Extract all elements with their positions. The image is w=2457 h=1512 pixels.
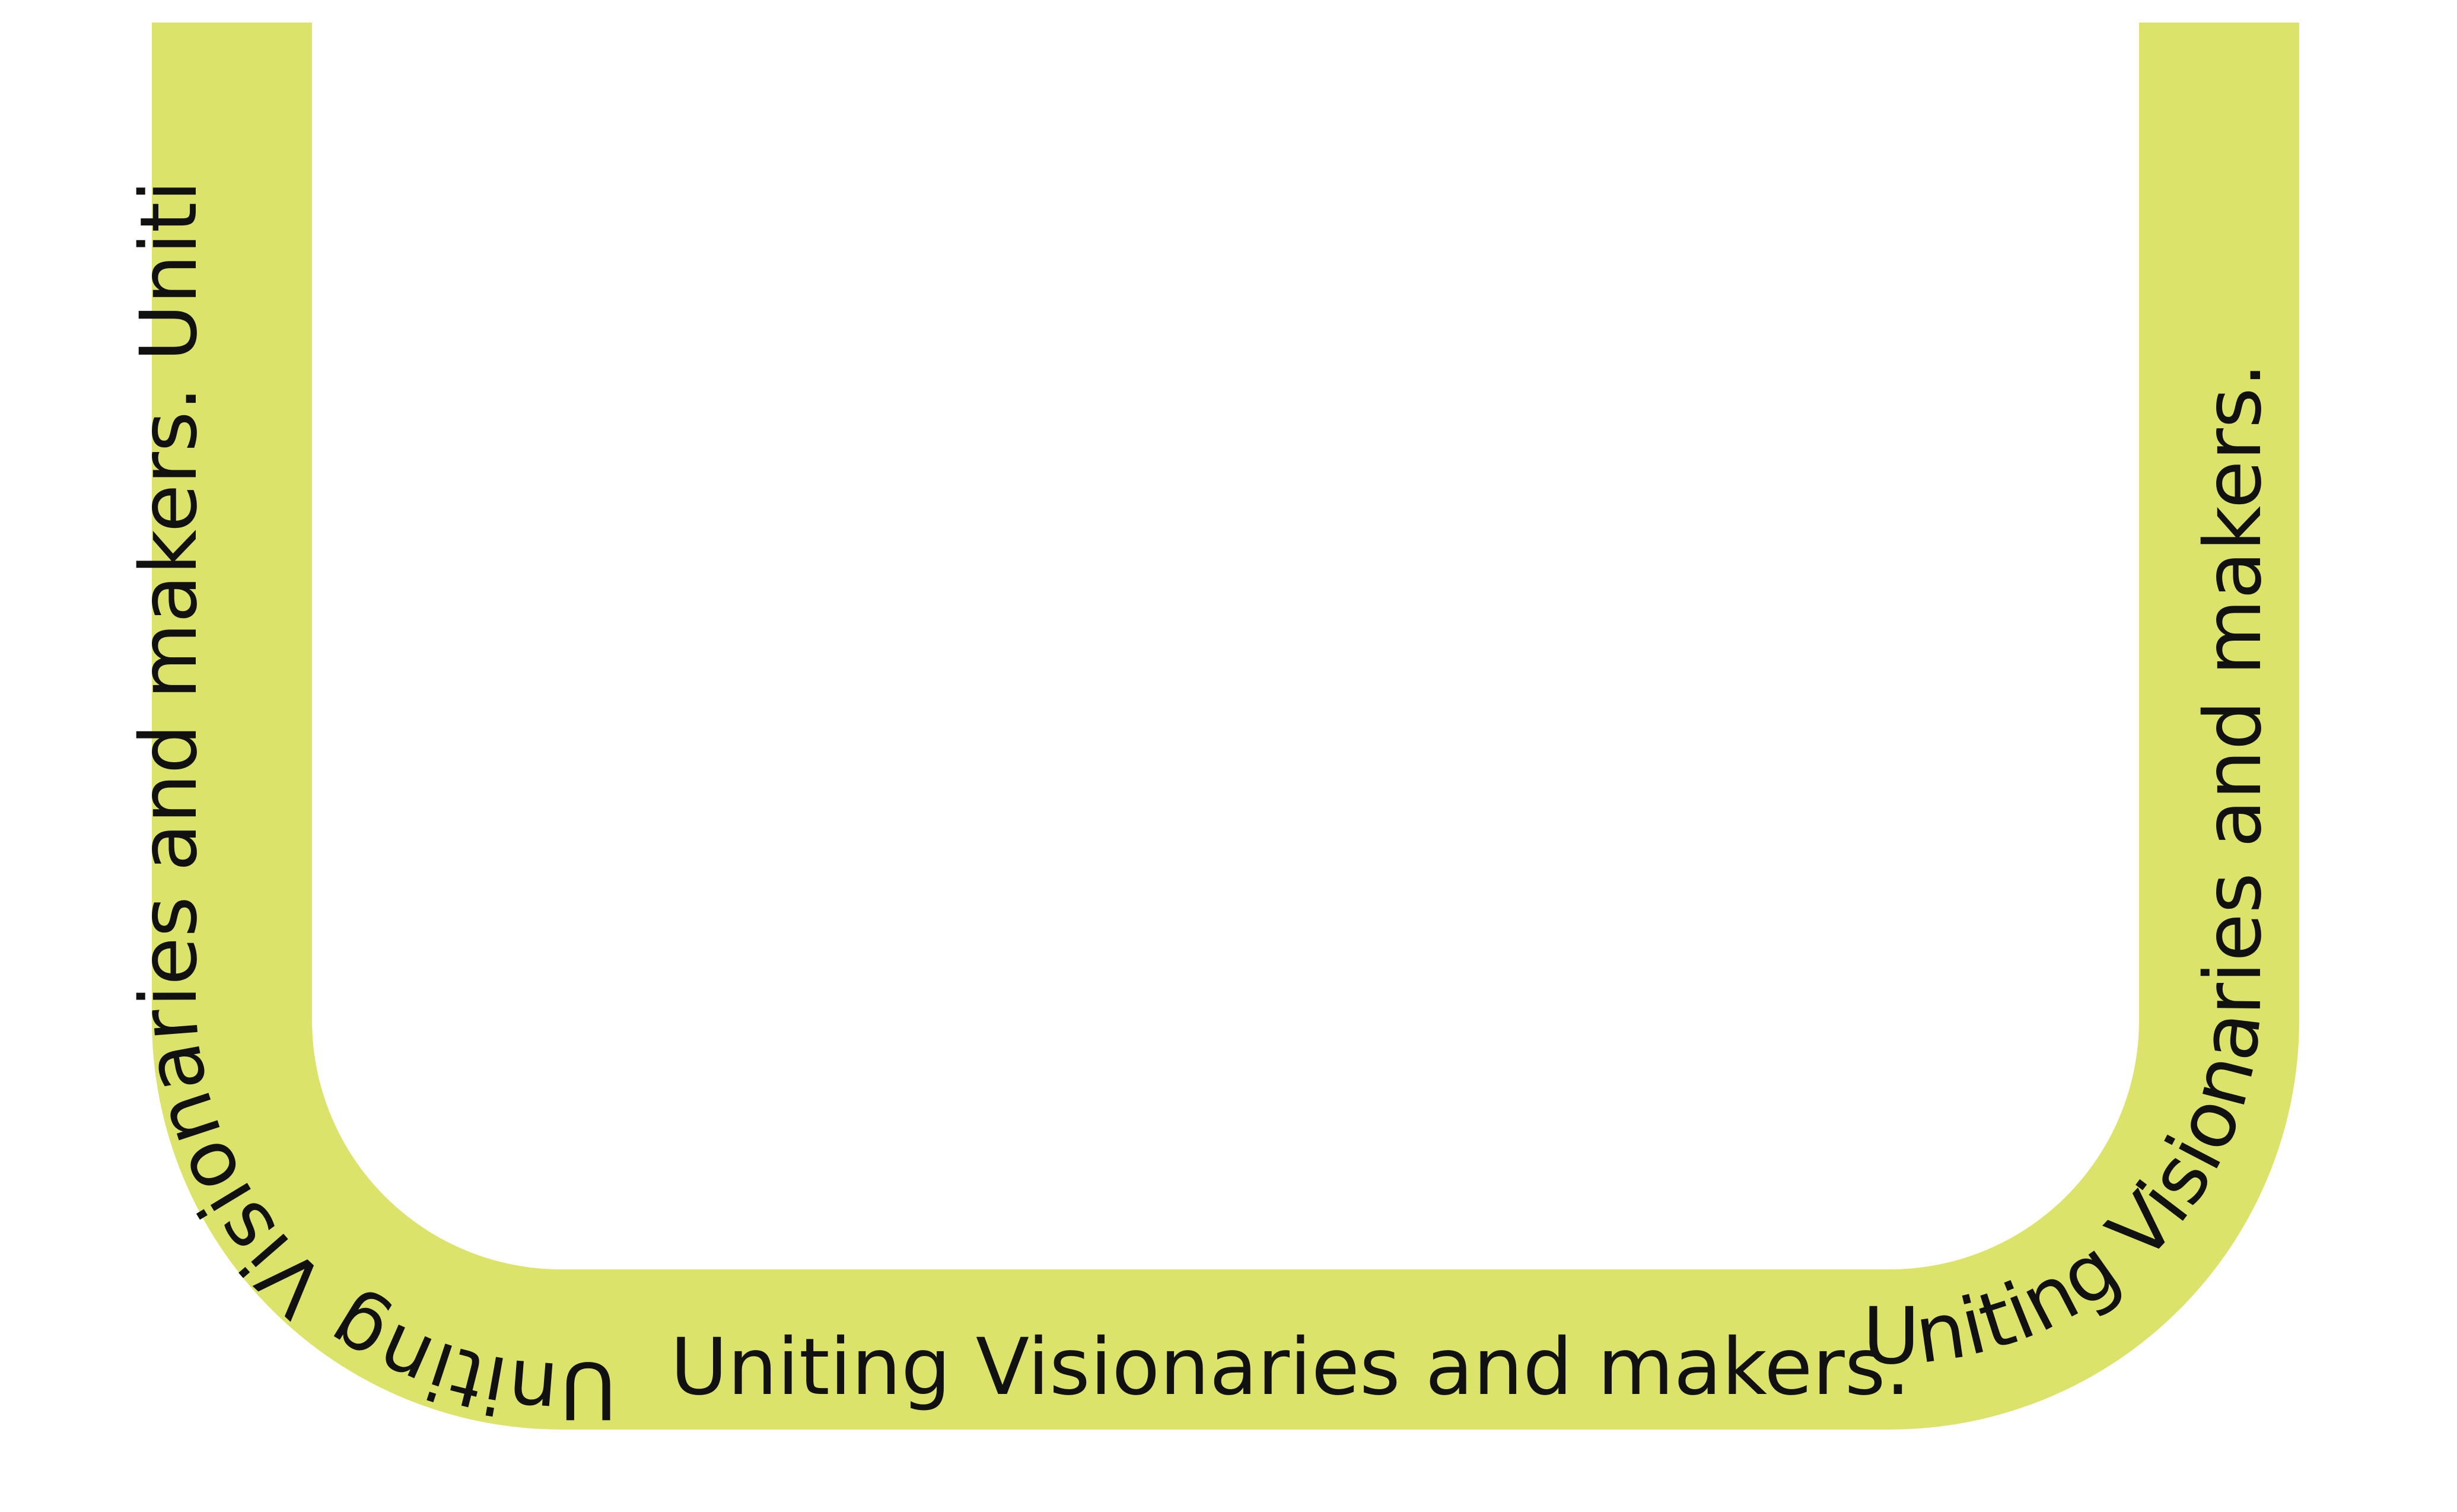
u-shaped-banner-canvas: Uniting Visionaries and makers. Uniting … — [0, 0, 2457, 1512]
bottom-band-text: Uniting Visionaries and makers. — [670, 1322, 1911, 1413]
u-shaped-band-graphic: Uniting Visionaries and makers. Uniting … — [123, 23, 2299, 1436]
u-band — [152, 23, 2299, 1430]
